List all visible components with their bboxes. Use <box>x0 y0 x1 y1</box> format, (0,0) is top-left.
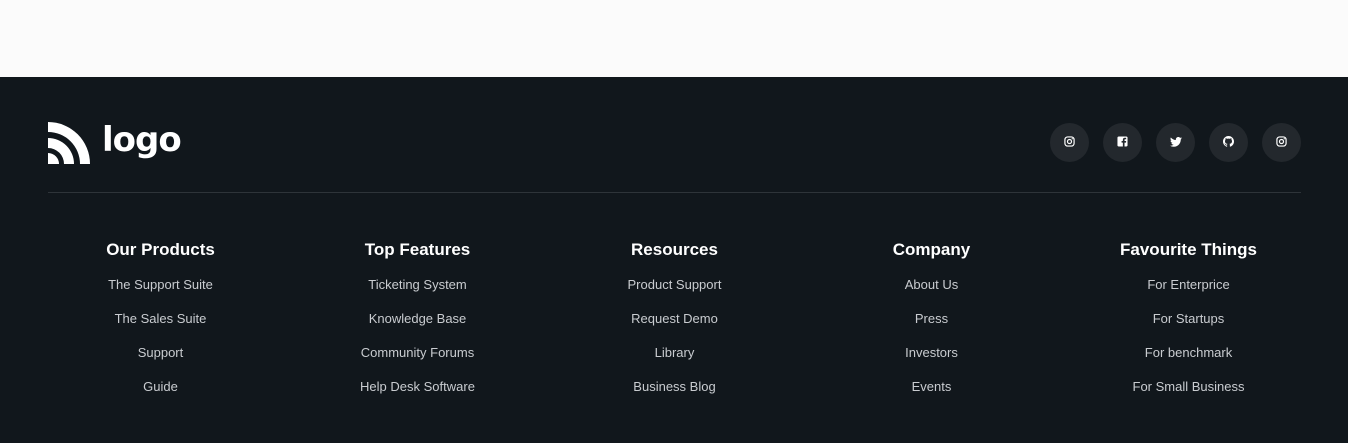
link-list: For Enterprice For Startups For benchmar… <box>1060 276 1317 412</box>
column-heading: Favourite Things <box>1120 240 1257 259</box>
footer-link[interactable]: Support <box>138 345 184 360</box>
footer-link[interactable]: Help Desk Software <box>360 379 475 394</box>
footer-logo[interactable]: logo <box>48 120 182 164</box>
footer-link[interactable]: About Us <box>905 277 958 292</box>
facebook-icon <box>1117 134 1128 152</box>
footer-link[interactable]: The Support Suite <box>108 277 213 292</box>
footer-column-our-products: Our Products The Support Suite The Sales… <box>32 240 289 412</box>
link-list: About Us Press Investors Events <box>803 276 1060 412</box>
footer-divider <box>48 192 1301 193</box>
footer-link[interactable]: Ticketing System <box>368 277 467 292</box>
footer-link[interactable]: Business Blog <box>633 379 715 394</box>
footer-link[interactable]: Product Support <box>628 277 722 292</box>
footer-column-favourite-things: Favourite Things For Enterprice For Star… <box>1060 240 1317 412</box>
social-links <box>1050 123 1301 162</box>
footer-link[interactable]: For benchmark <box>1145 345 1232 360</box>
footer-link[interactable]: Guide <box>143 379 178 394</box>
footer-link[interactable]: Knowledge Base <box>369 311 467 326</box>
rss-logo-icon <box>48 122 90 164</box>
column-heading: Company <box>892 240 971 259</box>
github-icon <box>1223 134 1234 152</box>
instagram-link[interactable] <box>1050 123 1089 162</box>
twitter-link[interactable] <box>1156 123 1195 162</box>
footer-link[interactable]: Request Demo <box>631 311 718 326</box>
link-list: Product Support Request Demo Library Bus… <box>546 276 803 412</box>
facebook-link[interactable] <box>1103 123 1142 162</box>
column-heading: Our Products <box>106 240 215 259</box>
footer-column-company: Company About Us Press Investors Events <box>803 240 1060 412</box>
footer-link[interactable]: Events <box>912 379 952 394</box>
site-footer: logo Our Products The Support Suite The … <box>0 77 1348 443</box>
footer-column-resources: Resources Product Support Request Demo L… <box>546 240 803 412</box>
footer-link[interactable]: Press <box>915 311 948 326</box>
footer-link[interactable]: For Startups <box>1153 311 1225 326</box>
footer-columns: Our Products The Support Suite The Sales… <box>32 240 1317 412</box>
footer-link[interactable]: For Small Business <box>1133 379 1245 394</box>
footer-link[interactable]: For Enterprice <box>1147 277 1229 292</box>
link-list: The Support Suite The Sales Suite Suppor… <box>32 276 289 412</box>
footer-link[interactable]: The Sales Suite <box>115 311 207 326</box>
twitter-icon <box>1169 134 1182 152</box>
instagram-link-2[interactable] <box>1262 123 1301 162</box>
logo-text: logo <box>102 120 182 160</box>
footer-column-top-features: Top Features Ticketing System Knowledge … <box>289 240 546 412</box>
column-heading: Resources <box>631 240 718 259</box>
instagram-icon <box>1276 134 1287 152</box>
footer-link[interactable]: Library <box>655 345 695 360</box>
link-list: Ticketing System Knowledge Base Communit… <box>289 276 546 412</box>
footer-link[interactable]: Investors <box>905 345 958 360</box>
github-link[interactable] <box>1209 123 1248 162</box>
instagram-icon <box>1064 134 1075 152</box>
footer-link[interactable]: Community Forums <box>361 345 474 360</box>
page-top-area <box>0 0 1350 77</box>
column-heading: Top Features <box>364 240 471 259</box>
